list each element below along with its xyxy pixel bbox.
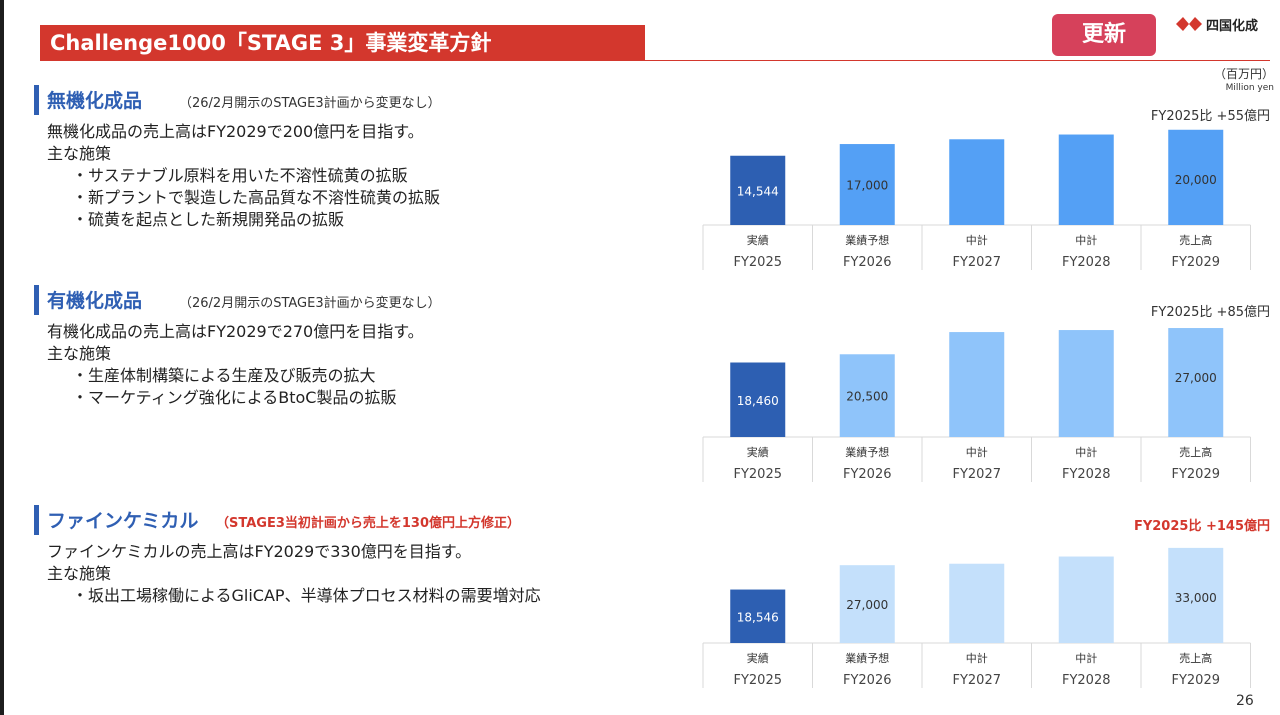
bar-value-label: 18,546 (737, 610, 779, 624)
slide-title: Challenge1000「STAGE 3」事業変革方針 (40, 25, 645, 61)
section-measures-label: 主な施策 (47, 564, 112, 583)
bar-value-label: 20,000 (1175, 173, 1217, 187)
section-body: ファインケミカルの売上高はFY2029で330億円を目指す。 主な施策 ・坂出工… (47, 541, 541, 607)
category-type-label: 売上高 (1179, 651, 1212, 665)
logo-diamond-icon (1176, 17, 1202, 31)
category-year-label: FY2025 (733, 255, 782, 270)
bar-value-label: 27,000 (846, 598, 888, 612)
unit-en: Million yen (1225, 83, 1274, 93)
bar-fy2028 (1058, 330, 1114, 437)
measure-item: ・硫黄を起点とした新規開発品の拡販 (72, 210, 345, 229)
section-goal: 有機化成品の売上高はFY2029で270億円を目指す。 (47, 322, 424, 341)
category-type-label: 実績 (747, 445, 769, 459)
bar-chart: 14,544 実績 FY2025 17,000 業績予想 FY2026 中計 FY2027 中計… (702, 129, 1251, 270)
category-type-label: 売上高 (1179, 445, 1212, 459)
section-accent-bar (34, 285, 39, 315)
section-goal: ファインケミカルの売上高はFY2029で330億円を目指す。 (47, 542, 472, 561)
section-title: 有機化成品 (47, 290, 143, 312)
category-type-label: 業績予想 (845, 445, 889, 459)
category-type-label: 中計 (1075, 445, 1097, 459)
chart-fine-chemical: FY2025比 +145億円 18,546 実績 FY2025 27,000 業績予想 F… (700, 512, 1270, 690)
bar-value-label: 14,544 (737, 184, 779, 198)
bar-value-label: 27,000 (1175, 371, 1217, 385)
section-note: （26/2月開示のSTAGE3計画から変更なし） (179, 296, 441, 311)
company-logo: 四国化成 (1176, 15, 1259, 34)
category-year-label: FY2026 (843, 673, 892, 688)
category-type-label: 実績 (747, 651, 769, 665)
section-fine-chemical: ファインケミカル （STAGE3当初計画から売上を130億円上方修正） ファイン… (34, 505, 684, 605)
category-year-label: FY2029 (1171, 467, 1220, 482)
section-note: （STAGE3当初計画から売上を130億円上方修正） (216, 516, 521, 531)
section-accent-bar (34, 505, 39, 535)
chart-annotation: FY2025比 +55億円 (1150, 109, 1270, 124)
section-goal: 無機化成品の売上高はFY2029で200億円を目指す。 (47, 122, 424, 141)
category-year-label: FY2025 (733, 467, 782, 482)
bar-value-label: 20,500 (846, 390, 888, 404)
category-type-label: 業績予想 (845, 651, 889, 665)
section-header: 無機化成品 （26/2月開示のSTAGE3計画から変更なし） (34, 85, 684, 115)
section-header: ファインケミカル （STAGE3当初計画から売上を130億円上方修正） (34, 505, 684, 535)
section-body: 有機化成品の売上高はFY2029で270億円を目指す。 主な施策 ・生産体制構築… (47, 321, 424, 409)
logo-text: 四国化成 (1206, 18, 1259, 34)
category-type-label: 中計 (966, 233, 988, 247)
category-year-label: FY2027 (952, 673, 1001, 688)
category-type-label: 業績予想 (845, 233, 889, 247)
section-header: 有機化成品 （26/2月開示のSTAGE3計画から変更なし） (34, 285, 684, 315)
section-accent-bar (34, 85, 39, 115)
category-year-label: FY2029 (1171, 673, 1220, 688)
measure-item: ・サステナブル原料を用いた不溶性硫黄の拡販 (72, 166, 408, 185)
bar-value-label: 17,000 (846, 179, 888, 193)
update-badge: 更新 (1052, 14, 1156, 56)
section-title: ファインケミカル (47, 510, 199, 532)
bar-fy2027 (949, 139, 1005, 225)
window-edge (0, 0, 4, 715)
unit-label: （百万円） Million yen (1210, 67, 1274, 95)
section-inorganic: 無機化成品 （26/2月開示のSTAGE3計画から変更なし） 無機化成品の売上高… (34, 85, 684, 229)
chart-annotation: FY2025比 +85億円 (1150, 305, 1270, 320)
section-body: 無機化成品の売上高はFY2029で200億円を目指す。 主な施策 ・サステナブル… (47, 121, 440, 231)
chart-inorganic: FY2025比 +55億円 14,544 実績 FY2025 17,000 業績予想 FY… (700, 100, 1270, 272)
section-note: （26/2月開示のSTAGE3計画から変更なし） (179, 96, 441, 111)
category-type-label: 中計 (1075, 233, 1097, 247)
bar-value-label: 18,460 (737, 394, 779, 408)
bar-fy2028 (1058, 134, 1114, 225)
category-type-label: 中計 (966, 445, 988, 459)
category-year-label: FY2027 (952, 255, 1001, 270)
category-year-label: FY2028 (1062, 467, 1111, 482)
category-year-label: FY2026 (843, 255, 892, 270)
category-year-label: FY2026 (843, 467, 892, 482)
category-year-label: FY2028 (1062, 673, 1111, 688)
unit-ja: （百万円） (1213, 67, 1274, 81)
category-year-label: FY2029 (1171, 255, 1220, 270)
bar-chart: 18,460 実績 FY2025 20,500 業績予想 FY2026 中計 FY2027 中計… (702, 328, 1251, 482)
measure-item: ・坂出工場稼働によるGliCAP、半導体プロセス材料の需要増対応 (72, 586, 541, 605)
chart-organic: FY2025比 +85億円 18,460 実績 FY2025 20,500 業績予想 FY… (700, 297, 1270, 482)
bar-fy2028 (1058, 556, 1114, 643)
measure-item: ・マーケティング強化によるBtoC製品の拡販 (72, 388, 397, 407)
measure-item: ・新プラントで製造した高品質な不溶性硫黄の拡販 (72, 188, 441, 207)
category-type-label: 中計 (1075, 651, 1097, 665)
category-year-label: FY2027 (952, 467, 1001, 482)
category-year-label: FY2028 (1062, 255, 1111, 270)
section-measures-label: 主な施策 (47, 144, 112, 163)
section-measures-label: 主な施策 (47, 344, 112, 363)
chart-annotation: FY2025比 +145億円 (1133, 519, 1270, 534)
section-title: 無機化成品 (47, 90, 143, 112)
category-year-label: FY2025 (733, 673, 782, 688)
page-number: 26 (1236, 693, 1254, 709)
bar-fy2027 (949, 332, 1005, 437)
category-type-label: 売上高 (1179, 233, 1212, 247)
measure-item: ・生産体制構築による生産及び販売の拡大 (72, 366, 376, 385)
section-organic: 有機化成品 （26/2月開示のSTAGE3計画から変更なし） 有機化成品の売上高… (34, 285, 684, 407)
bar-value-label: 33,000 (1175, 591, 1217, 605)
bar-chart: 18,546 実績 FY2025 27,000 業績予想 FY2026 中計 FY2027 中計… (702, 547, 1251, 688)
bar-fy2027 (949, 563, 1005, 643)
category-type-label: 中計 (966, 651, 988, 665)
category-type-label: 実績 (747, 233, 769, 247)
title-underline (40, 60, 1270, 61)
